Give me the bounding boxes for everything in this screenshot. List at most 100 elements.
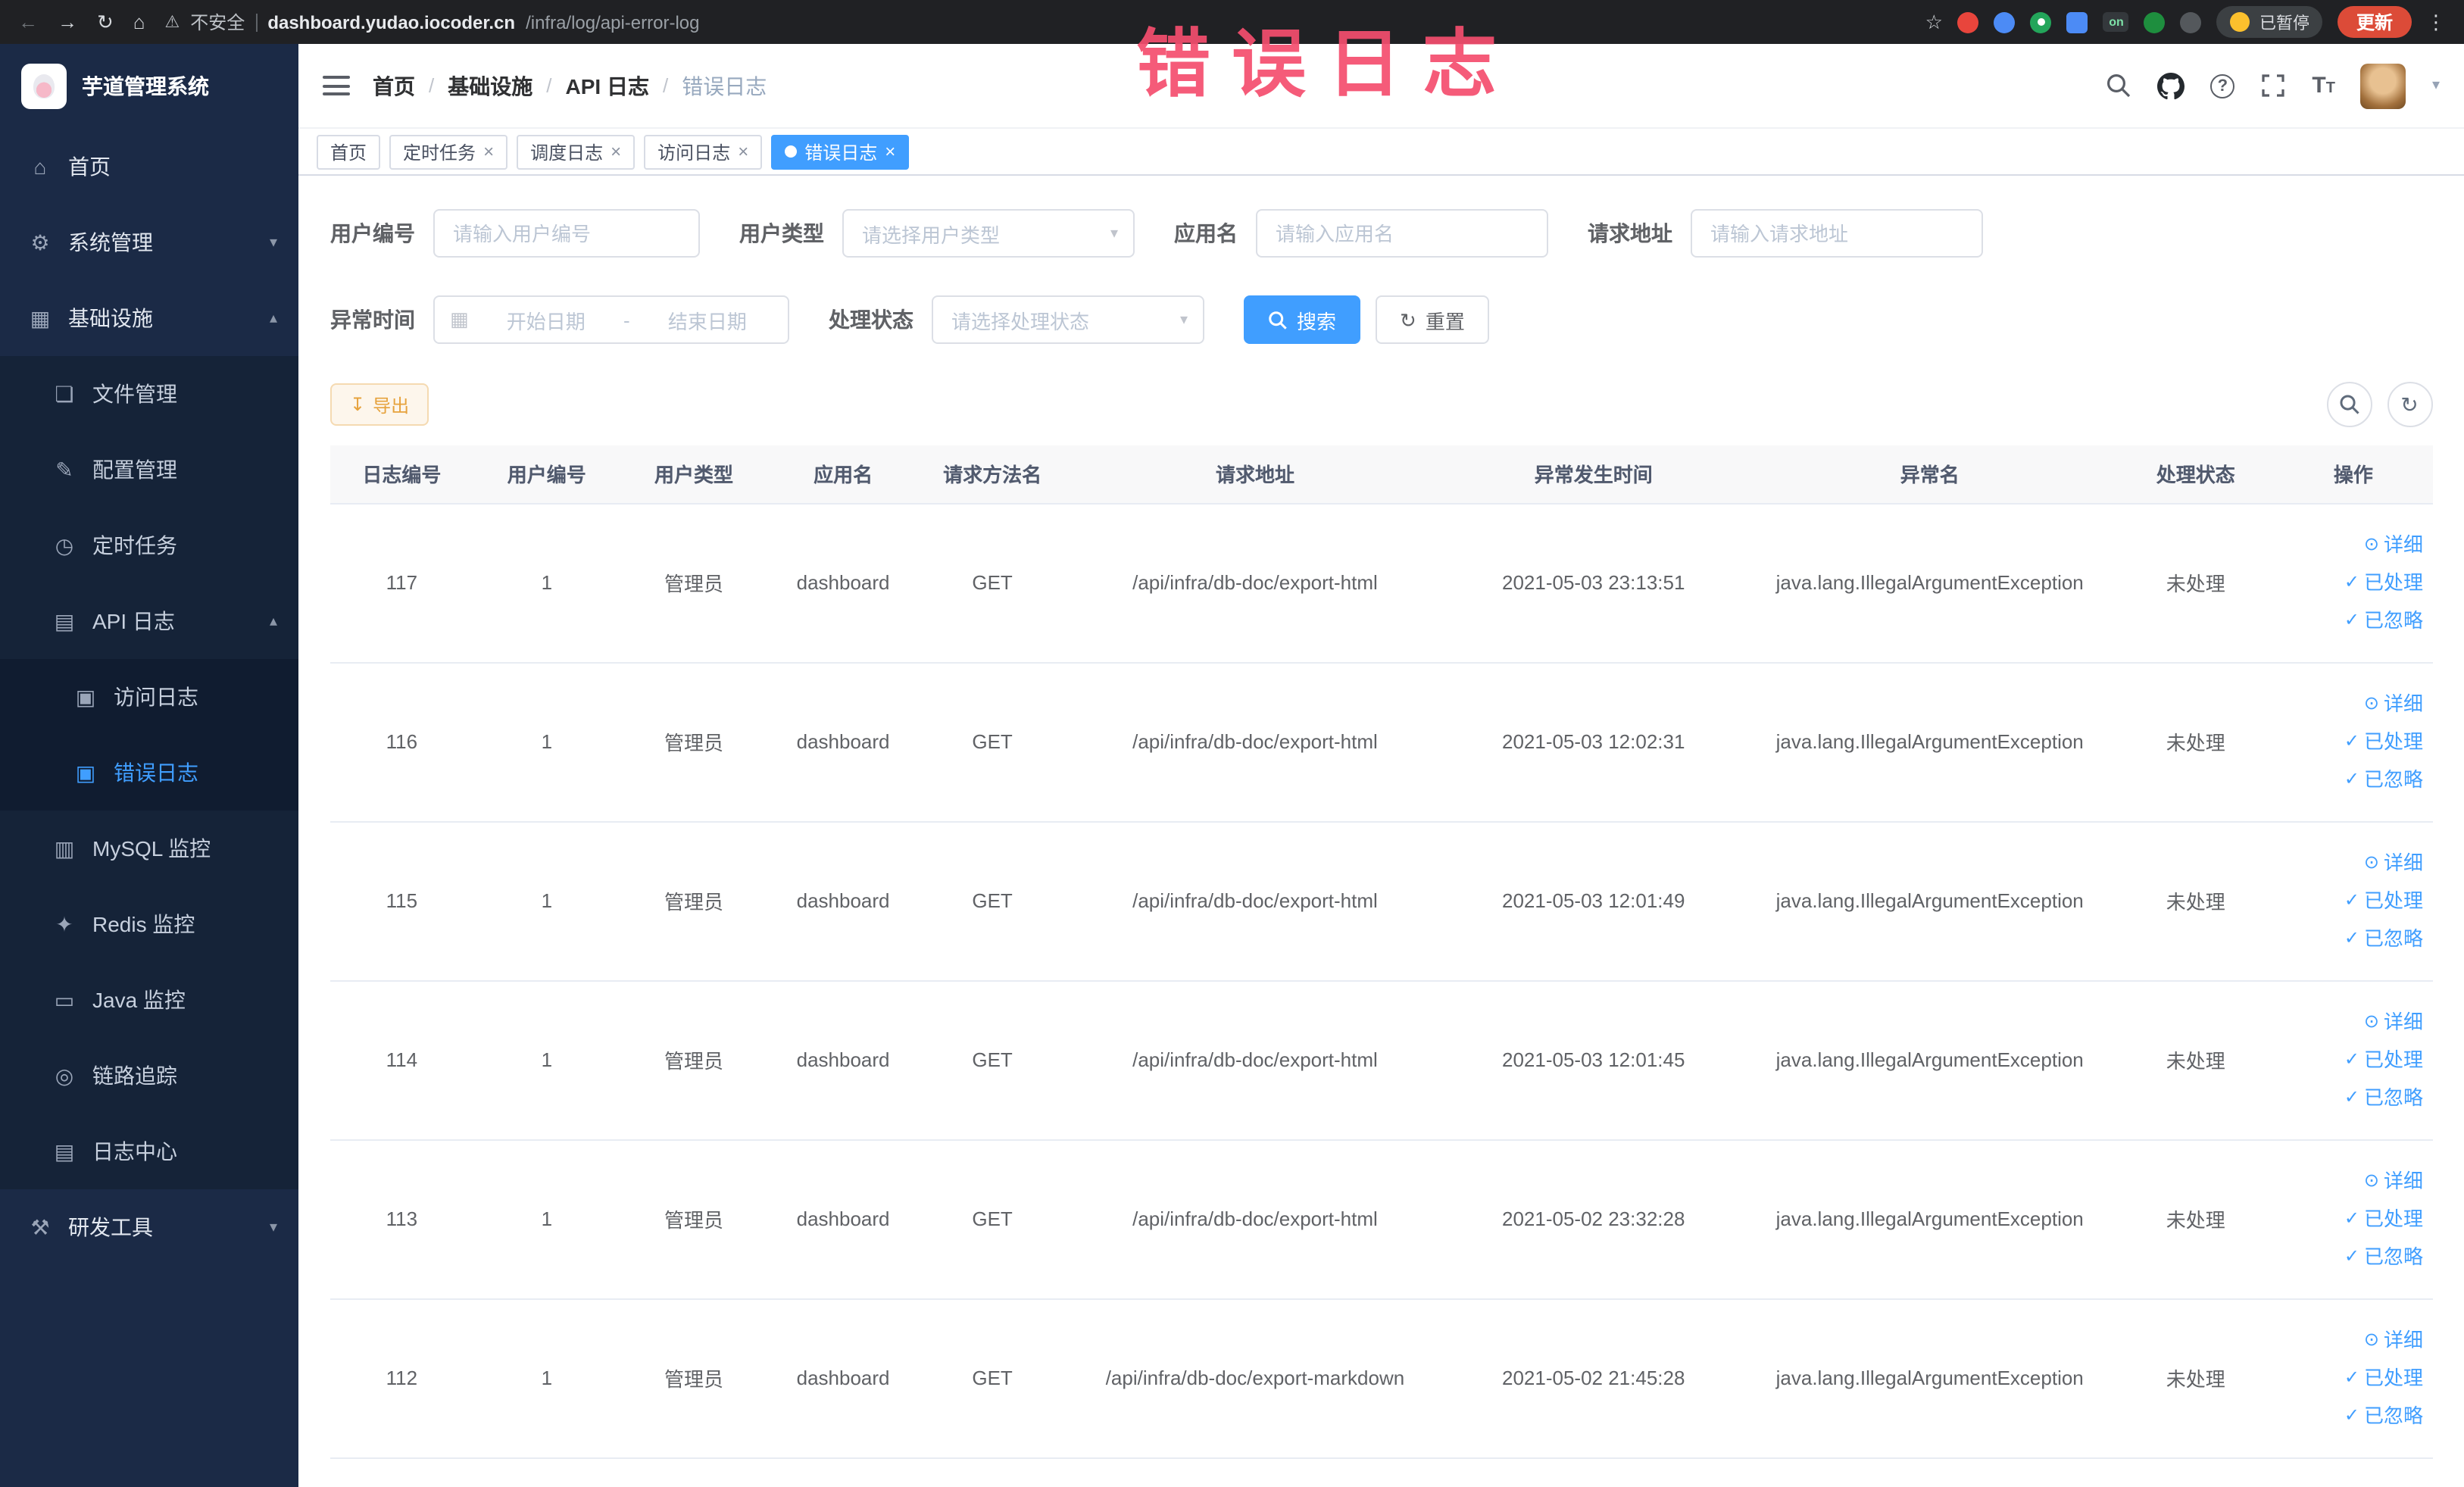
cell-exception: java.lang.IllegalArgumentException	[1742, 503, 2117, 663]
tab-scheduled-tasks[interactable]: 定时任务 ×	[389, 134, 508, 169]
search-button[interactable]	[2106, 73, 2131, 98]
cell-status: 未处理	[2116, 980, 2275, 1140]
tab-access-log[interactable]: 访问日志 ×	[644, 134, 763, 169]
github-button[interactable]	[2157, 72, 2185, 99]
browser-menu-icon[interactable]: ⋮	[2426, 12, 2446, 32]
ignored-link[interactable]: ✓ 已忽略	[2281, 1079, 2423, 1117]
cell-url: /api/infra/db-doc/export-html	[1066, 1139, 1444, 1299]
sidebar-item-java-monitor[interactable]: ▭ Java 监控	[0, 962, 298, 1038]
app-name-input[interactable]	[1256, 209, 1548, 258]
bookmark-star-icon[interactable]: ☆	[1925, 12, 1943, 32]
close-icon[interactable]: ×	[738, 142, 748, 161]
cell-status: 未处理	[2116, 1139, 2275, 1299]
action-label: 已忽略	[2363, 768, 2423, 791]
column-header: 日志编号	[330, 445, 473, 504]
close-icon[interactable]: ×	[483, 142, 494, 161]
sidebar-item-mysql-monitor[interactable]: ▥ MySQL 监控	[0, 811, 298, 886]
detail-link[interactable]: ⊙ 详细	[2281, 526, 2423, 564]
detail-link[interactable]: ⊙ 详细	[2281, 1003, 2423, 1041]
sidebar-item-api-log[interactable]: ▤ API 日志 ▴	[0, 583, 298, 659]
user-type-select[interactable]: 请选择用户类型 ▾	[842, 209, 1135, 258]
tab-label: 调度日志	[530, 142, 604, 163]
tab-home[interactable]: 首页	[317, 134, 381, 169]
user-id-input[interactable]	[433, 209, 700, 258]
processed-link[interactable]: ✓ 已处理	[2281, 564, 2423, 601]
sidebar-item-home[interactable]: ⌂ 首页	[0, 129, 298, 205]
help-button[interactable]: ?	[2210, 73, 2235, 98]
ignored-link[interactable]: ✓ 已忽略	[2281, 601, 2423, 639]
exception-time-range-picker[interactable]: ▦ 开始日期 - 结束日期	[433, 295, 789, 344]
table-body: 117 1 管理员 dashboard GET/api/infra/db-doc/exp…	[330, 503, 2432, 1458]
sidebar-item-infrastructure[interactable]: ▦ 基础设施 ▴	[0, 280, 298, 356]
check-icon: ✓	[2344, 768, 2359, 789]
sidebar-item-access-log[interactable]: ▣ 访问日志	[0, 659, 298, 735]
ignored-link[interactable]: ✓ 已忽略	[2281, 920, 2423, 957]
extension-icon[interactable]	[1957, 11, 1979, 33]
tab-error-log[interactable]: 错误日志 ×	[771, 134, 910, 169]
extension-icon[interactable]	[2066, 11, 2088, 33]
extension-icon[interactable]	[2180, 11, 2202, 33]
ignored-link[interactable]: ✓ 已忽略	[2281, 1238, 2423, 1276]
export-button[interactable]: ↧ 导出	[330, 383, 429, 426]
breadcrumb-infrastructure[interactable]: 基础设施	[448, 70, 532, 101]
processed-link[interactable]: ✓ 已处理	[2281, 1359, 2423, 1397]
cell-method: GET	[918, 662, 1066, 822]
breadcrumb-api-log[interactable]: API 日志	[566, 70, 649, 101]
cell-url: /api/infra/db-doc/export-markdown	[1066, 1298, 1444, 1458]
processed-link[interactable]: ✓ 已处理	[2281, 723, 2423, 761]
eye-icon: ⊙	[2363, 1170, 2379, 1191]
detail-link[interactable]: ⊙ 详细	[2281, 844, 2423, 882]
cell-exception: java.lang.IllegalArgumentException	[1742, 1139, 2117, 1299]
tab-schedule-log[interactable]: 调度日志 ×	[517, 134, 636, 169]
sidebar-item-error-log[interactable]: ▣ 错误日志	[0, 735, 298, 811]
fullscreen-button[interactable]	[2260, 73, 2286, 98]
profile-badge[interactable]: 已暂停	[2216, 6, 2323, 38]
sidebar-item-file-management[interactable]: ❏ 文件管理	[0, 356, 298, 432]
user-avatar[interactable]	[2360, 63, 2406, 108]
ignored-link[interactable]: ✓ 已忽略	[2281, 761, 2423, 798]
eye-icon: ⊙	[2363, 533, 2379, 555]
browser-home-icon[interactable]: ⌂	[133, 12, 145, 32]
user-id-label: 用户编号	[330, 221, 415, 245]
browser-forward-icon[interactable]: →	[58, 12, 77, 32]
sidebar-item-log-center[interactable]: ▤ 日志中心	[0, 1114, 298, 1189]
address-bar[interactable]: ⚠ 不安全 dashboard.yudao.iocoder.cn/infra/l…	[165, 9, 700, 35]
detail-link[interactable]: ⊙ 详细	[2281, 1321, 2423, 1359]
sidebar-item-link-trace[interactable]: ◎ 链路追踪	[0, 1038, 298, 1114]
toggle-search-button[interactable]	[2326, 382, 2372, 427]
sidebar-item-redis-monitor[interactable]: ✦ Redis 监控	[0, 886, 298, 962]
update-button[interactable]: 更新	[2338, 6, 2411, 38]
extension-icon[interactable]	[1994, 11, 2016, 33]
close-icon[interactable]: ×	[611, 142, 621, 161]
processed-link[interactable]: ✓ 已处理	[2281, 882, 2423, 920]
process-status-select[interactable]: 请选择处理状态 ▾	[932, 295, 1204, 344]
extension-icon[interactable]	[2144, 11, 2166, 33]
browser-reload-icon[interactable]: ↻	[97, 12, 114, 32]
search-submit-button[interactable]: 搜索	[1244, 295, 1361, 344]
detail-link[interactable]: ⊙ 详细	[2281, 685, 2423, 723]
hamburger-icon[interactable]	[323, 76, 350, 95]
processed-link[interactable]: ✓ 已处理	[2281, 1200, 2423, 1238]
breadcrumb-home[interactable]: 首页	[373, 70, 415, 101]
font-size-button[interactable]: TT	[2312, 73, 2335, 98]
chevron-down-icon[interactable]: ▾	[2432, 77, 2440, 94]
sidebar-item-scheduled-tasks[interactable]: ◷ 定时任务	[0, 508, 298, 583]
extension-on-icon[interactable]: on	[2103, 12, 2129, 32]
reset-button[interactable]: ↻ 重置	[1376, 295, 1489, 344]
cell-time: 2021-05-03 12:01:45	[1444, 980, 1743, 1140]
processed-link[interactable]: ✓ 已处理	[2281, 1041, 2423, 1079]
action-label: 详细	[2383, 1011, 2423, 1033]
error-log-table: 日志编号 用户编号 用户类型 应用名 请求方法名 请求地址 异常发生时间 异常名 处理状态 操作 …	[330, 445, 2432, 1458]
detail-link[interactable]: ⊙ 详细	[2281, 1162, 2423, 1200]
browser-back-icon[interactable]: ←	[18, 12, 38, 32]
close-icon[interactable]: ×	[885, 142, 895, 161]
ignored-link[interactable]: ✓ 已忽略	[2281, 1397, 2423, 1435]
download-icon: ↧	[350, 394, 366, 415]
sidebar-item-dev-tools[interactable]: ⚒ 研发工具 ▾	[0, 1189, 298, 1265]
sidebar-item-config-management[interactable]: ✎ 配置管理	[0, 432, 298, 508]
refresh-button[interactable]: ↻	[2387, 382, 2432, 427]
extension-icon[interactable]	[2030, 11, 2052, 33]
sidebar-item-label: 系统管理	[68, 230, 153, 255]
sidebar-item-system-management[interactable]: ⚙ 系统管理 ▾	[0, 205, 298, 280]
request-url-input[interactable]	[1691, 209, 1983, 258]
